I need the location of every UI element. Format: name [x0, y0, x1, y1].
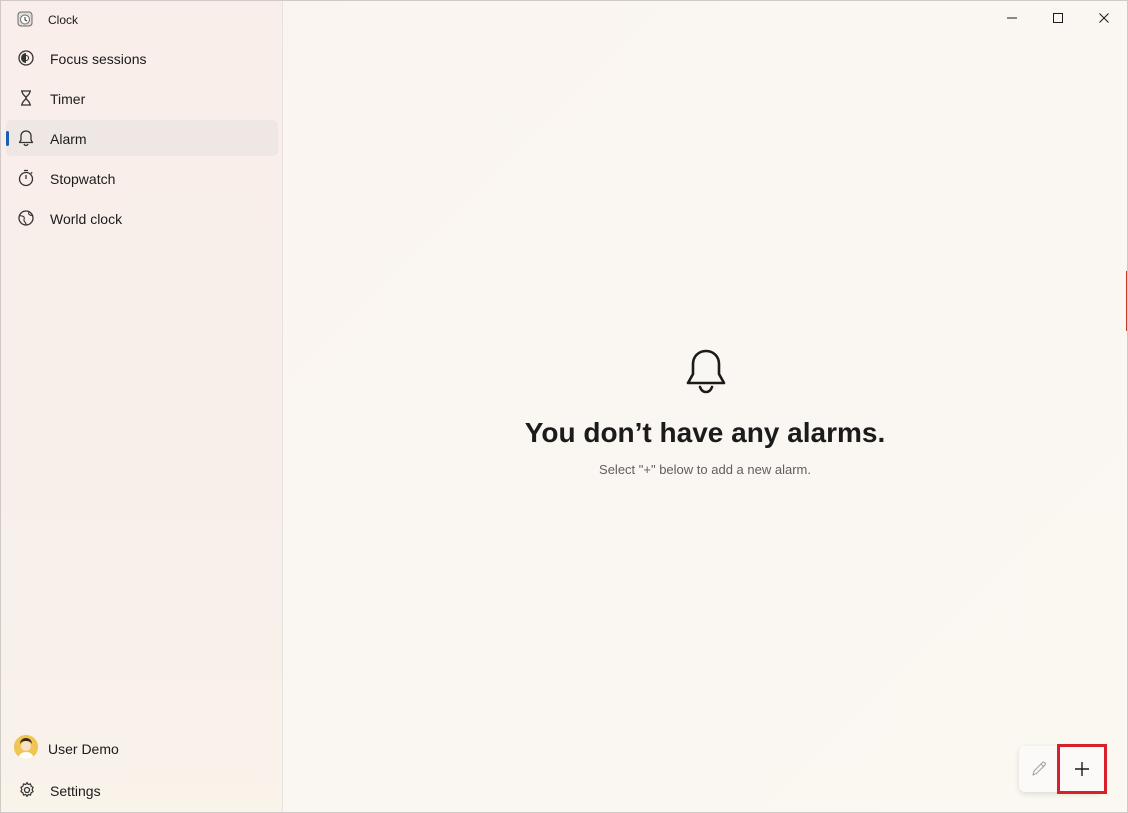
sidebar-item-focus-sessions[interactable]: Focus sessions	[6, 40, 278, 76]
sidebar-item-label: Stopwatch	[50, 171, 116, 187]
clock-app-icon	[17, 11, 33, 27]
title-bar: Clock	[1, 1, 282, 39]
empty-state-title: You don’t have any alarms.	[524, 417, 886, 448]
empty-state-subtitle: Select "+" below to add a new alarm.	[599, 462, 811, 477]
clock-window: Clock Focus sessions Timer Alarm Stopwat…	[0, 0, 1128, 813]
sidebar-item-label: World clock	[50, 211, 123, 227]
sidebar-item-timer[interactable]: Timer	[6, 80, 278, 116]
gear-icon	[20, 781, 34, 798]
sidebar-nav: Focus sessions Timer Alarm Stopwatch Wor…	[6, 40, 278, 240]
user-name: User Demo	[48, 741, 119, 757]
user-account-button[interactable]: User Demo	[6, 728, 278, 766]
bell-icon	[686, 349, 726, 394]
user-avatar-icon	[14, 735, 38, 759]
sidebar-item-label: Timer	[50, 91, 86, 107]
sidebar-item-alarm[interactable]: Alarm	[6, 120, 278, 156]
sidebar: Clock Focus sessions Timer Alarm Stopwat…	[1, 1, 283, 812]
bell-icon	[18, 130, 34, 147]
globe-icon	[18, 210, 34, 226]
focus-icon	[18, 50, 34, 66]
stopwatch-icon	[18, 169, 34, 187]
avatar	[14, 735, 38, 759]
plus-icon	[1075, 762, 1089, 776]
alarm-action-bar	[1019, 744, 1107, 794]
settings-button[interactable]: Settings	[6, 771, 278, 809]
settings-label: Settings	[50, 783, 101, 799]
add-alarm-button[interactable]	[1057, 744, 1107, 794]
sidebar-item-label: Focus sessions	[50, 51, 147, 67]
sidebar-item-stopwatch[interactable]: Stopwatch	[6, 160, 278, 196]
alarm-empty-state: You don’t have any alarms. Select "+" be…	[283, 1, 1127, 812]
pencil-icon	[1032, 761, 1046, 776]
hourglass-icon	[21, 90, 31, 106]
edit-alarms-button[interactable]	[1019, 746, 1059, 792]
sidebar-item-world-clock[interactable]: World clock	[6, 200, 278, 236]
app-title: Clock	[48, 13, 79, 27]
sidebar-item-label: Alarm	[50, 131, 87, 147]
